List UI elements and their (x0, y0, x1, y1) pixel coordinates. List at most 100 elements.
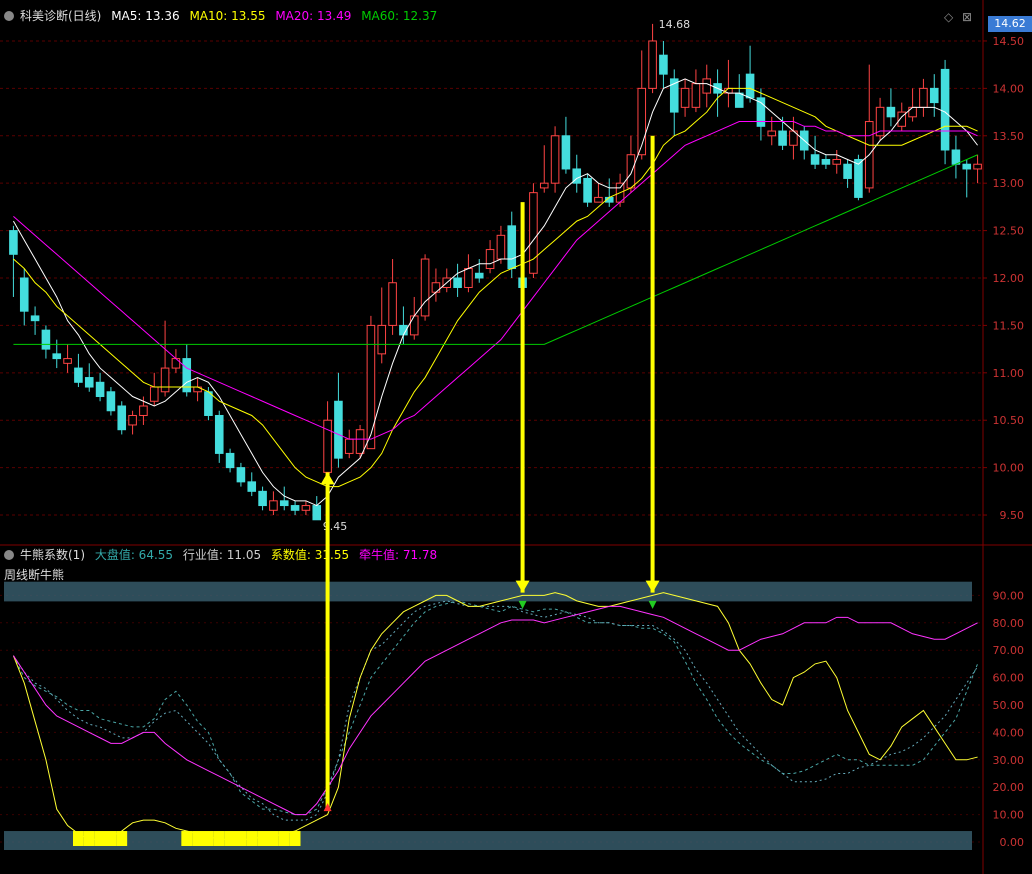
candle-body (41, 329, 51, 350)
bear-zone-fill (235, 831, 247, 846)
candle-body (95, 381, 105, 398)
bear-zone-fill (278, 831, 290, 846)
bear-zone-fill (192, 831, 203, 846)
candle-body (247, 481, 257, 492)
candle-body (659, 54, 668, 75)
collapse-icon[interactable] (4, 11, 14, 21)
candle-body (139, 405, 148, 416)
bear-zone-fill (224, 831, 236, 846)
collapse-icon[interactable] (4, 550, 14, 560)
candle-body (832, 158, 842, 165)
price-tick-label: 13.00 (993, 177, 1025, 190)
candle-body (539, 182, 549, 189)
indicator-tick-label: 80.00 (993, 617, 1025, 630)
candle-body (377, 324, 387, 355)
candle-body (344, 438, 354, 454)
diamond-icon[interactable]: ◇ (944, 10, 953, 24)
candle-body (973, 163, 982, 170)
price-tick-label: 10.00 (993, 462, 1025, 475)
indicator-line-1 (12, 600, 979, 821)
candle-body (214, 414, 224, 454)
candle-body (843, 163, 852, 179)
candle-body (9, 230, 18, 255)
indicator-tick-label: 20.00 (993, 781, 1025, 794)
candle-body (507, 225, 517, 270)
indicator-tick-label: 30.00 (993, 754, 1025, 767)
price-tick-label: 10.50 (993, 414, 1025, 427)
indicator-tick-label: 70.00 (993, 644, 1025, 657)
buy-signal-arrow-head (320, 472, 335, 485)
candle-body (52, 353, 62, 360)
candle-body (236, 467, 246, 483)
ma60-label: MA60: 12.37 (361, 9, 438, 23)
bear-zone-fill (213, 831, 225, 846)
sell-marker (648, 600, 657, 609)
bear-zone-fill (289, 831, 301, 846)
candle-body (767, 130, 777, 137)
candle-body (680, 87, 690, 108)
current-price-badge: 14.62 (988, 16, 1032, 32)
ma-line-ma5 (12, 78, 978, 507)
candle-body (929, 87, 939, 104)
candle-body (626, 154, 636, 189)
indicator-tick-label: 50.00 (993, 699, 1025, 712)
candle-body (464, 268, 473, 288)
indicator-tick-label: 10.00 (993, 809, 1025, 822)
candle-body (691, 83, 701, 108)
candle-body (734, 92, 744, 108)
candle-body (550, 135, 560, 184)
candle-body (962, 163, 972, 170)
candle-body (106, 391, 116, 412)
candle-body (388, 282, 397, 326)
candle-body (334, 400, 343, 459)
bear-zone-fill (257, 831, 268, 846)
candle-body (561, 135, 571, 170)
upper-band (4, 581, 972, 602)
candle-body (149, 386, 159, 402)
candle-body (301, 505, 311, 511)
bear-zone-fill (116, 831, 128, 846)
bear-zone-fill (83, 831, 95, 846)
candle-body (225, 452, 235, 469)
candle-body (919, 87, 928, 108)
industry-value: 行业值: 11.05 (182, 548, 262, 562)
ma20-label: MA20: 13.49 (275, 9, 352, 23)
price-tick-label: 11.00 (993, 367, 1025, 380)
candle-body (204, 391, 213, 416)
candle-body (648, 40, 657, 89)
candle-body (583, 177, 592, 203)
bear-zone-fill (246, 831, 258, 846)
candle-body (594, 196, 603, 203)
stock-chart[interactable]: 9.50 10.00 10.50 11.00 11.50 12.00 12.50 13.00 1… (0, 0, 1032, 874)
candle-body (951, 149, 961, 165)
candle-body (485, 249, 495, 270)
candle-body (63, 358, 72, 364)
weekly-bull-bear-label: 周线断牛熊 (4, 568, 65, 582)
indicator-line-0 (12, 600, 979, 816)
close-icon[interactable]: ⊠ (962, 10, 972, 24)
bear-zone-fill (268, 831, 279, 846)
candle-body (312, 505, 322, 521)
high-price-label: 14.68 (659, 18, 691, 31)
candle-body (453, 277, 462, 288)
coef-value: 系数值: 31.55 (270, 548, 350, 562)
price-tick-label: 12.00 (993, 272, 1025, 285)
indicator-line-2 (12, 592, 978, 840)
candle-body (496, 234, 506, 260)
ma5-label: MA5: 13.36 (111, 9, 180, 23)
price-tick-label: 14.50 (993, 35, 1025, 48)
candle-body (171, 358, 181, 369)
candle-body (821, 158, 831, 165)
indicator-tick-label: 0.00 (1000, 836, 1025, 849)
candle-body (908, 106, 917, 118)
candle-body (269, 500, 278, 511)
candle-body (702, 78, 712, 94)
indicator-line-3 (12, 605, 978, 816)
price-panel-header: 科美诊断(日线) MA5: 13.36 MA10: 13.55 MA20: 13… (0, 6, 443, 26)
price-tick-label: 11.50 (993, 319, 1025, 332)
indicator-panel-header: 牛熊系数(1) 大盘值: 64.55 行业值: 11.05 系数值: 31.55… (0, 545, 443, 565)
indicator-tick-label: 40.00 (993, 726, 1025, 739)
candle-body (279, 500, 289, 507)
bear-zone-fill (181, 831, 193, 846)
candle-body (19, 277, 29, 312)
